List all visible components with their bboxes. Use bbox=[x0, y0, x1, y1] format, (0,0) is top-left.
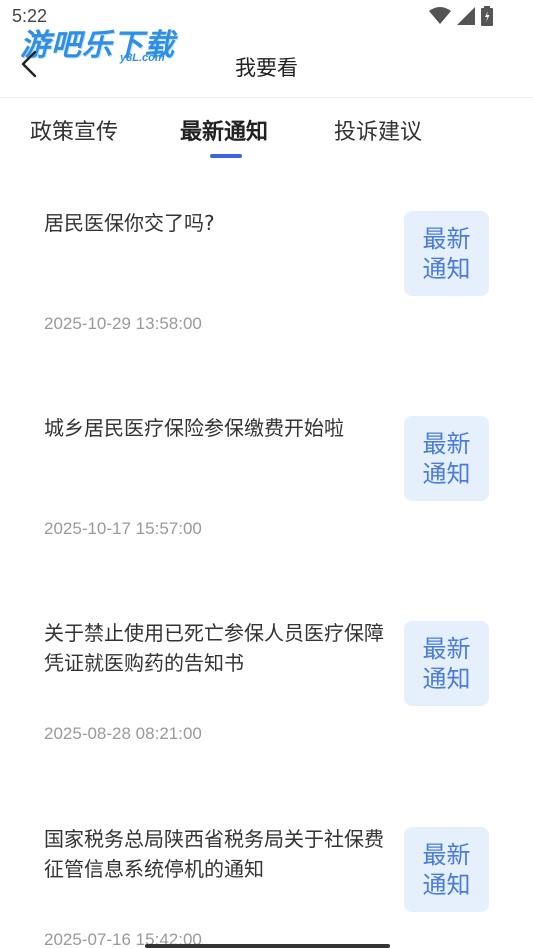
tab-complaints[interactable]: 投诉建议 bbox=[334, 114, 422, 146]
page-title: 我要看 bbox=[235, 56, 298, 80]
list-item[interactable]: 关于禁止使用已死亡参保人员医疗保障凭证就医购药的告知书 最新通知 2025-08… bbox=[0, 574, 533, 779]
home-indicator[interactable] bbox=[145, 944, 390, 948]
signal-icon bbox=[457, 7, 475, 29]
item-title: 国家税务总局陕西省税务局关于社保费征管信息系统停机的通知 bbox=[44, 827, 384, 881]
list-item[interactable]: 居民医保你交了吗? 最新通知 2025-10-29 13:58:00 bbox=[0, 164, 533, 369]
active-tab-indicator bbox=[210, 154, 242, 158]
battery-icon bbox=[481, 6, 493, 30]
list-item[interactable]: 城乡居民医疗保险参保缴费开始啦 最新通知 2025-10-17 15:57:00 bbox=[0, 369, 533, 574]
list-item[interactable]: 国家税务总局陕西省税务局关于社保费征管信息系统停机的通知 最新通知 2025-0… bbox=[0, 780, 533, 948]
item-badge: 最新通知 bbox=[404, 211, 489, 296]
tab-latest-notice[interactable]: 最新通知 bbox=[180, 114, 268, 146]
item-title: 城乡居民医疗保险参保缴费开始啦 bbox=[44, 416, 344, 440]
status-icons bbox=[429, 6, 493, 30]
tab-policy[interactable]: 政策宣传 bbox=[30, 114, 118, 146]
item-title: 关于禁止使用已死亡参保人员医疗保障凭证就医购药的告知书 bbox=[44, 621, 384, 675]
tab-bar: 政策宣传 最新通知 投诉建议 bbox=[0, 98, 533, 164]
item-badge: 最新通知 bbox=[404, 621, 489, 706]
item-date: 2025-10-29 13:58:00 bbox=[44, 314, 202, 333]
item-badge: 最新通知 bbox=[404, 416, 489, 501]
wifi-icon bbox=[429, 7, 451, 29]
app-header: 我要看 bbox=[0, 36, 533, 98]
item-date: 2025-10-17 15:57:00 bbox=[44, 519, 202, 538]
item-title: 居民医保你交了吗? bbox=[44, 211, 215, 235]
item-badge: 最新通知 bbox=[404, 827, 489, 912]
item-date: 2025-08-28 08:21:00 bbox=[44, 724, 202, 743]
